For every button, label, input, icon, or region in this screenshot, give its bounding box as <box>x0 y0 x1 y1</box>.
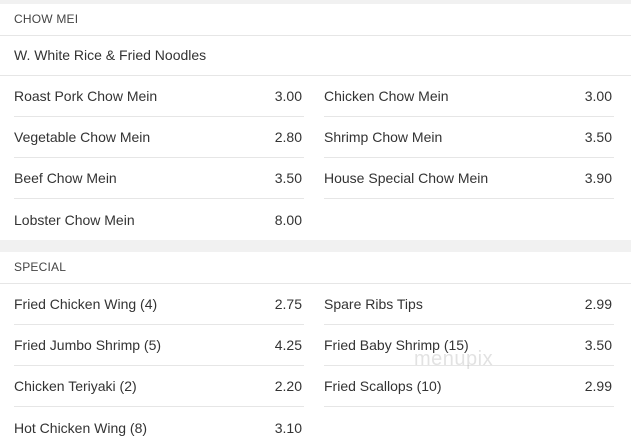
menu-item-price: 3.50 <box>584 337 612 353</box>
menu-item-name: Shrimp Chow Mein <box>324 129 443 145</box>
menu-item-name: Roast Pork Chow Mein <box>14 88 158 104</box>
menu-item-name: Spare Ribs Tips <box>324 296 423 312</box>
section-description: W. White Rice & Fried Noodles <box>0 36 631 76</box>
menu-item-price: 2.99 <box>584 296 612 312</box>
menu-grid: Fried Chicken Wing (4) 2.75 Fried Jumbo … <box>0 284 631 448</box>
menu-item-name: Hot Chicken Wing (8) <box>14 419 148 436</box>
menu-section-special: SPECIAL Fried Chicken Wing (4) 2.75 Frie… <box>0 252 631 448</box>
menu-item-price: 2.20 <box>274 378 302 394</box>
menu-item[interactable]: Fried Jumbo Shrimp (5) 4.25 <box>14 325 304 366</box>
menu-item-price: 4.25 <box>274 337 302 353</box>
menu-item-name: Vegetable Chow Mein <box>14 129 151 145</box>
menu-item[interactable]: Fried Chicken Wing (4) 2.75 <box>14 284 304 325</box>
menu-item[interactable]: Fried Scallops (10) 2.99 <box>324 366 614 407</box>
menu-item[interactable]: Spare Ribs Tips 2.99 <box>324 284 614 325</box>
menu-item-price: 3.10 <box>274 419 302 436</box>
menu-item-name: Lobster Chow Mein <box>14 211 135 228</box>
menu-item[interactable]: Fried Baby Shrimp (15) 3.50 <box>324 325 614 366</box>
section-gap <box>0 240 631 252</box>
menu-item-name: Fried Chicken Wing (4) <box>14 296 158 312</box>
menu-item-name: Fried Jumbo Shrimp (5) <box>14 337 162 353</box>
menu-column-right: Chicken Chow Mein 3.00 Shrimp Chow Mein … <box>310 76 631 240</box>
menu-item-name: Chicken Chow Mein <box>324 88 449 104</box>
menu-item[interactable]: Beef Chow Mein 3.50 <box>14 158 304 199</box>
menu-item-price: 3.90 <box>584 170 612 186</box>
menu-item-price: 8.00 <box>274 211 302 228</box>
menu-item-name: Chicken Teriyaki (2) <box>14 378 137 394</box>
menu-grid: Roast Pork Chow Mein 3.00 Vegetable Chow… <box>0 76 631 240</box>
menu-section-chow-mei: CHOW MEI W. White Rice & Fried Noodles R… <box>0 4 631 240</box>
menu-item[interactable]: House Special Chow Mein 3.90 <box>324 158 614 199</box>
menu-column-right: Spare Ribs Tips 2.99 Fried Baby Shrimp (… <box>310 284 631 448</box>
menu-item-name: Beef Chow Mein <box>14 170 117 186</box>
menu-item-price: 2.99 <box>584 378 612 394</box>
menu-item-name: Fried Baby Shrimp (15) <box>324 337 469 353</box>
menu-column-left: Fried Chicken Wing (4) 2.75 Fried Jumbo … <box>0 284 310 448</box>
menu-item-price: 2.75 <box>274 296 302 312</box>
section-header: SPECIAL <box>0 252 631 284</box>
menu-item[interactable]: Lobster Chow Mein 8.00 <box>14 199 304 240</box>
menu-item-name: Fried Scallops (10) <box>324 378 442 394</box>
section-header: CHOW MEI <box>0 4 631 36</box>
menu-item[interactable]: Shrimp Chow Mein 3.50 <box>324 117 614 158</box>
menu-item-price: 3.50 <box>584 129 612 145</box>
menu-item[interactable]: Hot Chicken Wing (8) 3.10 <box>14 407 304 448</box>
menu-item-price: 3.00 <box>584 88 612 104</box>
menu-item-price: 3.00 <box>274 88 302 104</box>
menu-item-name: House Special Chow Mein <box>324 170 489 186</box>
menu-item-price: 3.50 <box>274 170 302 186</box>
menu-item[interactable]: Roast Pork Chow Mein 3.00 <box>14 76 304 117</box>
menu-column-left: Roast Pork Chow Mein 3.00 Vegetable Chow… <box>0 76 310 240</box>
menu-item-price: 2.80 <box>274 129 302 145</box>
menu-item[interactable]: Chicken Chow Mein 3.00 <box>324 76 614 117</box>
menu-item[interactable]: Chicken Teriyaki (2) 2.20 <box>14 366 304 407</box>
menu-item[interactable]: Vegetable Chow Mein 2.80 <box>14 117 304 158</box>
